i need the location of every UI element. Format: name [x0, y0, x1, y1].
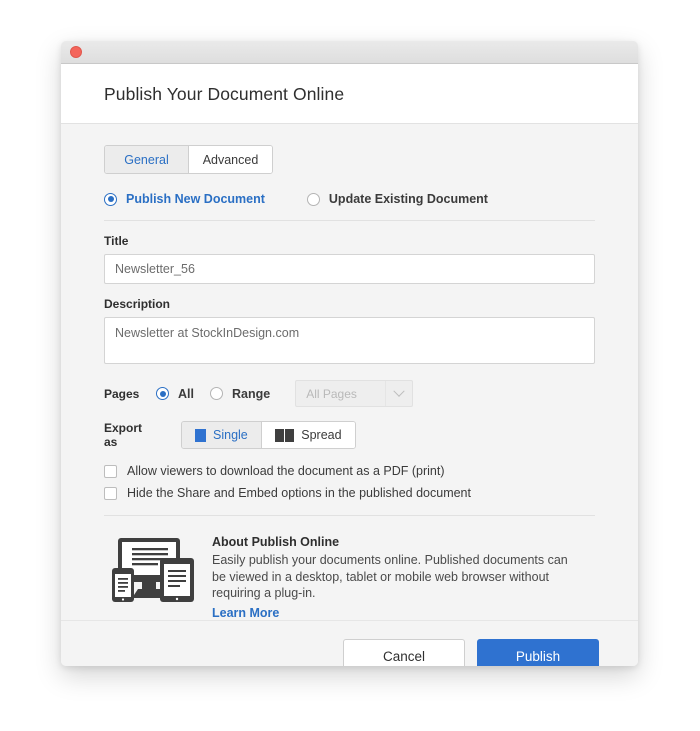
cancel-button[interactable]: Cancel: [343, 638, 465, 666]
radio-update-existing-document-label: Update Existing Document: [328, 192, 488, 206]
dialog-footer: Cancel Publish: [61, 619, 638, 666]
devices-illustration-icon: [104, 534, 204, 620]
title-field-group: Title Newsletter_56: [104, 234, 595, 284]
description-field-label: Description: [104, 297, 171, 311]
single-page-icon: [195, 428, 206, 442]
radio-selected-icon: [156, 387, 169, 400]
tab-advanced[interactable]: Advanced: [189, 146, 272, 173]
learn-more-link[interactable]: Learn More: [212, 606, 584, 620]
radio-pages-all-label: All: [178, 386, 194, 401]
checkbox-unchecked-icon: [104, 464, 117, 478]
checkbox-allow-pdf-download[interactable]: Allow viewers to download the document a…: [104, 464, 595, 478]
checkbox-hide-share-embed-label: Hide the Share and Embed options in the …: [127, 486, 471, 500]
export-single-button[interactable]: Single: [182, 422, 262, 448]
title-field-label: Title: [104, 234, 129, 248]
description-input[interactable]: Newsletter at StockInDesign.com: [104, 317, 595, 364]
tab-bar: General Advanced: [104, 145, 273, 174]
pages-label: Pages: [104, 386, 140, 401]
dialog-header: Publish Your Document Online: [61, 64, 638, 124]
radio-pages-range-label: Range: [231, 386, 271, 401]
chevron-down-icon: [385, 381, 412, 406]
spread-pages-icon: [274, 428, 295, 442]
about-title: About Publish Online: [212, 535, 340, 549]
export-single-label: Single: [213, 428, 248, 442]
checkbox-unchecked-icon: [104, 486, 117, 500]
options-checkbox-group: Allow viewers to download the document a…: [104, 464, 595, 516]
title-input[interactable]: Newsletter_56: [104, 254, 595, 284]
tab-general[interactable]: General: [105, 146, 189, 173]
screenshot-stage: Publish Your Document Online General Adv…: [0, 0, 700, 731]
about-description: Easily publish your documents online. Pu…: [212, 553, 568, 600]
page-title: Publish Your Document Online: [104, 84, 345, 104]
publish-mode-group: Publish New Document Update Existing Doc…: [104, 192, 595, 221]
about-publish-online-section: About Publish Online Easily publish your…: [104, 534, 595, 620]
export-as-segmented-control: Single Spread: [181, 421, 356, 449]
radio-unselected-icon: [306, 192, 320, 206]
publish-online-dialog: Publish Your Document Online General Adv…: [61, 41, 638, 666]
publish-button[interactable]: Publish: [477, 638, 599, 666]
export-as-row: Export as Single Spread: [104, 421, 595, 449]
radio-update-existing-document[interactable]: Update Existing Document: [306, 192, 488, 206]
window-titlebar: [61, 41, 638, 64]
radio-pages-all[interactable]: All: [156, 387, 194, 401]
close-dot-icon[interactable]: [70, 46, 82, 58]
about-text-block: About Publish Online Easily publish your…: [212, 534, 584, 620]
radio-selected-icon: [104, 192, 117, 206]
checkbox-hide-share-embed[interactable]: Hide the Share and Embed options in the …: [104, 486, 595, 500]
radio-publish-new-document-label: Publish New Document: [126, 192, 265, 206]
pages-row: Pages All Range All Pages: [104, 380, 595, 407]
dialog-body: General Advanced Publish New Document Up…: [61, 124, 638, 620]
export-spread-label: Spread: [301, 428, 342, 442]
radio-publish-new-document[interactable]: Publish New Document: [104, 192, 265, 206]
checkbox-allow-pdf-download-label: Allow viewers to download the document a…: [127, 464, 445, 478]
radio-unselected-icon: [209, 387, 223, 400]
export-as-label: Export as: [104, 421, 143, 449]
page-range-select-value: All Pages: [306, 386, 357, 401]
radio-pages-range[interactable]: Range: [209, 386, 271, 401]
export-spread-button[interactable]: Spread: [261, 422, 355, 448]
page-range-select[interactable]: All Pages: [295, 380, 414, 407]
description-field-group: Description Newsletter at StockInDesign.…: [104, 297, 595, 364]
